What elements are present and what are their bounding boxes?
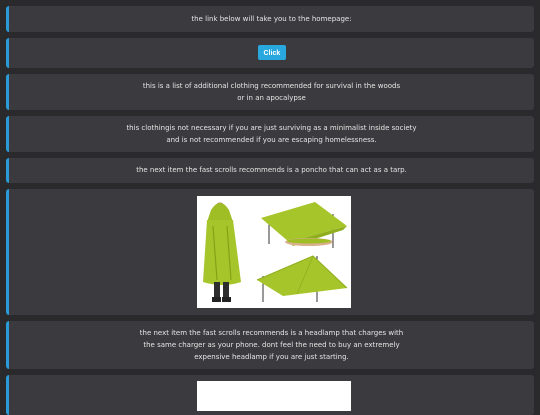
headlamp-card: the next item the fast scrolls recommend… bbox=[6, 321, 534, 369]
button-card: Click bbox=[6, 38, 534, 68]
poncho-card: the next item the fast scrolls recommend… bbox=[6, 158, 534, 183]
headlamp-text-line3: expensive headlamp if you are just start… bbox=[194, 353, 349, 361]
headlamp-text-line2: the same charger as your phone. dont fee… bbox=[143, 341, 400, 349]
list-text-line2: or in an apocalypse bbox=[237, 94, 306, 102]
poncho-image bbox=[197, 196, 351, 308]
poncho-image-card bbox=[6, 189, 534, 315]
note-text-line1: this clothingis not necessary if you are… bbox=[126, 124, 417, 132]
list-text-line1: this is a list of additional clothing re… bbox=[142, 82, 401, 90]
poncho-text: the next item the fast scrolls recommend… bbox=[136, 166, 407, 174]
headlamp-image bbox=[197, 381, 351, 411]
headlamp-text-line1: the next item the fast scrolls recommend… bbox=[139, 329, 404, 337]
click-button[interactable]: Click bbox=[257, 45, 286, 60]
note-card: this clothingis not necessary if you are… bbox=[6, 116, 534, 152]
homepage-text: the link below will take you to the home… bbox=[191, 15, 352, 23]
page: the link below will take you to the home… bbox=[0, 0, 540, 415]
headlamp-image-card bbox=[6, 375, 534, 415]
homepage-card: the link below will take you to the home… bbox=[6, 6, 534, 32]
list-card: this is a list of additional clothing re… bbox=[6, 74, 534, 110]
note-text-line2: and is not recommended if you are escapi… bbox=[166, 136, 377, 144]
